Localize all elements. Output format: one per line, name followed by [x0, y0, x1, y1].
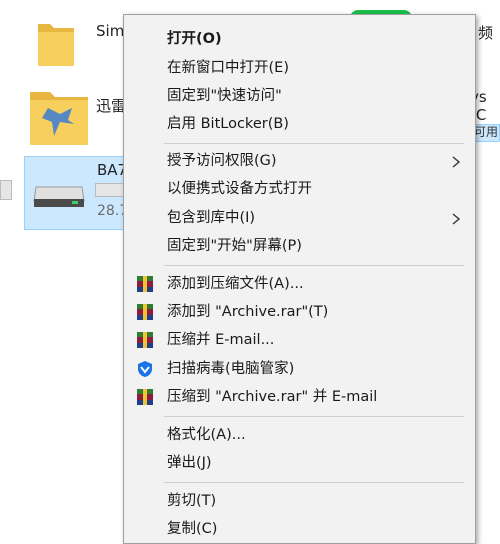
menu-item-label: 在新窗口中打开(E)	[167, 60, 289, 76]
right-text-fragment-3: 可用	[474, 125, 499, 139]
menu-item-label: 弹出(J)	[167, 455, 212, 471]
menu-item-label: 包含到库中(I)	[167, 210, 256, 226]
menu-item-label: 固定到"开始"屏幕(P)	[167, 238, 302, 254]
file-name-sim[interactable]: Sim	[96, 22, 124, 40]
chevron-right-icon	[452, 156, 461, 168]
drive-icon	[32, 179, 86, 209]
menu-item-label: 复制(C)	[167, 521, 218, 537]
capacity-bar-fragment	[0, 180, 12, 200]
menu-item-label: 授予访问权限(G)	[167, 153, 277, 169]
file-name-xunlei[interactable]: 迅雷	[96, 95, 126, 116]
menu-item-include-in-library[interactable]: 包含到库中(I)	[124, 204, 475, 232]
winrar-icon	[137, 304, 153, 320]
menu-separator	[164, 416, 464, 417]
menu-item-label: 添加到压缩文件(A)...	[167, 276, 304, 292]
menu-item-grant-access[interactable]: 授予访问权限(G)	[124, 147, 475, 175]
menu-item-label: 格式化(A)...	[167, 427, 246, 443]
menu-item-label: 固定到"快速访问"	[167, 88, 282, 104]
menu-item-format[interactable]: 格式化(A)...	[124, 421, 475, 449]
menu-item-label: 启用 BitLocker(B)	[167, 116, 289, 132]
menu-item-label: 压缩并 E-mail...	[167, 332, 275, 348]
winrar-icon	[137, 276, 153, 292]
menu-item-compress-email[interactable]: 压缩并 E-mail...	[124, 326, 475, 354]
menu-item-label: 扫描病毒(电脑管家)	[167, 361, 295, 377]
menu-item-copy[interactable]: 复制(C)	[124, 515, 475, 543]
menu-separator	[164, 143, 464, 144]
menu-item-label: 压缩到 "Archive.rar" 并 E-mail	[167, 389, 378, 405]
chevron-right-icon	[452, 213, 461, 225]
menu-item-pin-quick-access[interactable]: 固定到"快速访问"	[124, 82, 475, 110]
menu-item-open[interactable]: 打开(O)	[124, 25, 475, 53]
folder-icon[interactable]	[36, 18, 76, 70]
menu-item-scan-virus[interactable]: 扫描病毒(电脑管家)	[124, 355, 475, 383]
menu-item-open-portable-device[interactable]: 以便携式设备方式打开	[124, 175, 475, 203]
menu-item-bitlocker[interactable]: 启用 BitLocker(B)	[124, 110, 475, 138]
xunlei-folder-icon[interactable]	[28, 86, 90, 148]
menu-item-label: 打开(O)	[167, 31, 222, 47]
winrar-icon	[137, 332, 153, 348]
menu-item-eject[interactable]: 弹出(J)	[124, 449, 475, 477]
menu-item-add-to-archive-rar[interactable]: 添加到 "Archive.rar"(T)	[124, 298, 475, 326]
winrar-icon	[137, 389, 153, 405]
menu-separator	[164, 482, 464, 483]
menu-item-open-new-window[interactable]: 在新窗口中打开(E)	[124, 54, 475, 82]
menu-item-label: 添加到 "Archive.rar"(T)	[167, 304, 329, 320]
menu-item-compress-rar-email[interactable]: 压缩到 "Archive.rar" 并 E-mail	[124, 383, 475, 411]
drive-capacity-bar	[95, 183, 125, 197]
menu-separator	[164, 265, 464, 266]
menu-item-label: 剪切(T)	[167, 493, 217, 509]
menu-item-add-to-archive[interactable]: 添加到压缩文件(A)...	[124, 270, 475, 298]
context-menu: 打开(O) 在新窗口中打开(E) 固定到"快速访问" 启用 BitLocker(…	[123, 14, 476, 544]
selected-drive-tile[interactable]: BA7 28.7	[24, 156, 128, 230]
menu-item-label: 以便携式设备方式打开	[167, 181, 312, 197]
menu-item-cut[interactable]: 剪切(T)	[124, 487, 475, 515]
tencent-pc-manager-icon	[138, 361, 152, 377]
menu-item-pin-start[interactable]: 固定到"开始"屏幕(P)	[124, 232, 475, 260]
right-text-fragment-1: 频	[478, 24, 494, 42]
